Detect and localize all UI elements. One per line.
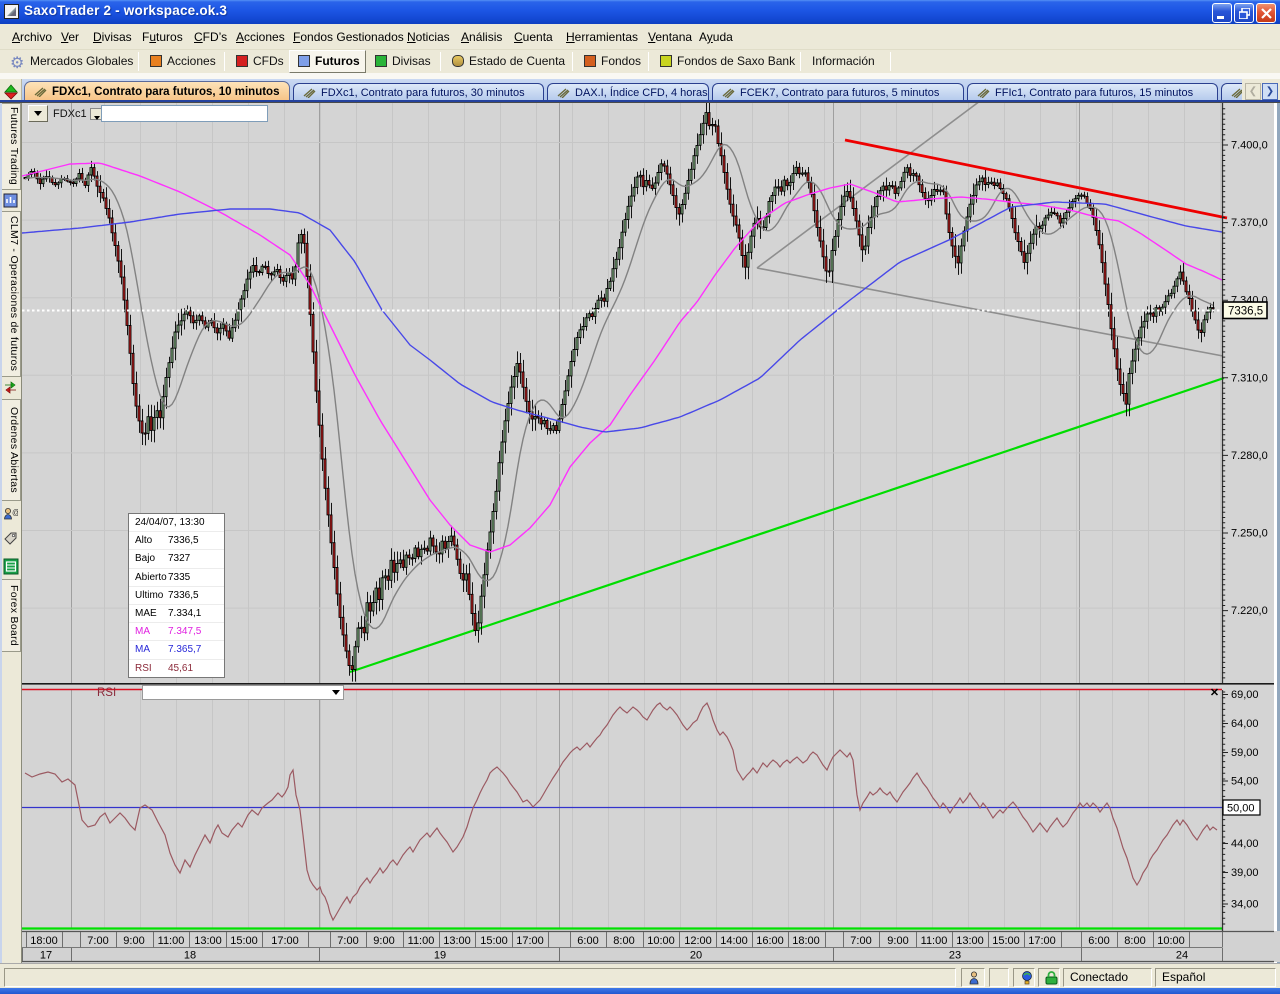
svg-text:13:00: 13:00	[194, 935, 222, 947]
svg-text:24: 24	[1176, 950, 1188, 962]
svg-text:54,00: 54,00	[1231, 776, 1259, 788]
svg-text:15:00: 15:00	[992, 935, 1020, 947]
svg-text:15:00: 15:00	[480, 935, 508, 947]
svg-text:17:00: 17:00	[271, 935, 299, 947]
svg-text:39,00: 39,00	[1231, 867, 1259, 879]
svg-text:7.370,0: 7.370,0	[1231, 217, 1268, 229]
svg-text:69,00: 69,00	[1231, 689, 1259, 701]
svg-text:7:00: 7:00	[87, 935, 108, 947]
svg-text:20: 20	[690, 950, 702, 962]
svg-text:7336,5: 7336,5	[1228, 306, 1263, 318]
svg-text:8:00: 8:00	[1124, 935, 1145, 947]
svg-text:12:00: 12:00	[684, 935, 712, 947]
svg-text:7:00: 7:00	[337, 935, 358, 947]
svg-text:17:00: 17:00	[1028, 935, 1056, 947]
svg-text:34,00: 34,00	[1231, 899, 1259, 911]
svg-text:7.310,0: 7.310,0	[1231, 372, 1268, 384]
svg-text:10:00: 10:00	[1157, 935, 1185, 947]
svg-text:7:00: 7:00	[850, 935, 871, 947]
svg-text:18:00: 18:00	[30, 935, 58, 947]
svg-text:6:00: 6:00	[577, 935, 598, 947]
svg-text:13:00: 13:00	[443, 935, 471, 947]
svg-text:15:00: 15:00	[230, 935, 258, 947]
svg-text:19: 19	[434, 950, 446, 962]
svg-text:7.400,0: 7.400,0	[1231, 140, 1268, 152]
svg-text:17:00: 17:00	[516, 935, 544, 947]
svg-text:18: 18	[184, 950, 196, 962]
svg-text:7.220,0: 7.220,0	[1231, 605, 1268, 617]
svg-text:23: 23	[949, 950, 961, 962]
svg-text:18:00: 18:00	[792, 935, 820, 947]
svg-text:8:00: 8:00	[613, 935, 634, 947]
svg-text:7.280,0: 7.280,0	[1231, 450, 1268, 462]
svg-text:13:00: 13:00	[956, 935, 984, 947]
svg-text:50,00: 50,00	[1227, 803, 1255, 815]
svg-text:11:00: 11:00	[921, 935, 948, 947]
svg-text:7.250,0: 7.250,0	[1231, 528, 1268, 540]
svg-text:11:00: 11:00	[158, 935, 185, 947]
svg-text:44,00: 44,00	[1231, 838, 1259, 850]
svg-text:9:00: 9:00	[887, 935, 908, 947]
svg-text:6:00: 6:00	[1088, 935, 1109, 947]
svg-text:9:00: 9:00	[123, 935, 144, 947]
svg-text:14:00: 14:00	[720, 935, 748, 947]
svg-text:9:00: 9:00	[373, 935, 394, 947]
svg-text:16:00: 16:00	[756, 935, 784, 947]
svg-text:17: 17	[40, 950, 52, 962]
svg-text:59,00: 59,00	[1231, 747, 1259, 759]
svg-text:11:00: 11:00	[408, 935, 435, 947]
svg-text:10:00: 10:00	[647, 935, 675, 947]
svg-text:@: @	[12, 508, 18, 517]
svg-text:64,00: 64,00	[1231, 718, 1259, 730]
